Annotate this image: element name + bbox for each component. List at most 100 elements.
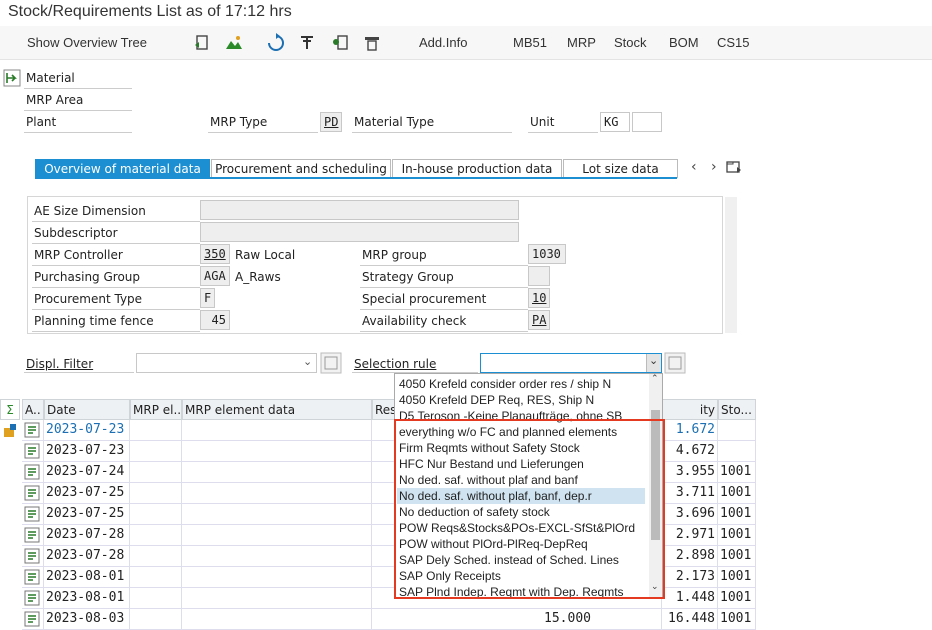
add-info-button[interactable]: Add.Info [419, 35, 467, 50]
dropdown-option[interactable]: D5 Teroson -Keine Planaufträge, ohne SB [397, 408, 645, 424]
displ-filter-select[interactable] [136, 353, 317, 373]
procurement-type-field[interactable]: F [200, 288, 215, 308]
dropdown-option[interactable]: 4050 Krefeld consider order res / ship N [397, 376, 645, 392]
pin-icon[interactable] [297, 33, 317, 53]
scroll-down-icon[interactable]: ⌄ [651, 582, 659, 592]
chevron-left-icon[interactable]: ‹ [691, 159, 697, 175]
availability-check-label: Availability check [362, 314, 467, 328]
purchasing-group-text: A_Raws [235, 270, 281, 284]
dropdown-option[interactable]: SAP Dely Sched. instead of Sched. Lines [397, 552, 645, 568]
tab-procurement[interactable]: Procurement and scheduling [211, 159, 391, 178]
strategy-group-label: Strategy Group [362, 270, 454, 284]
mb51-button[interactable]: MB51 [513, 35, 547, 50]
row-detail-icon[interactable] [22, 483, 44, 504]
column-header-sto[interactable]: Sto... [718, 399, 756, 420]
mrp-type-field[interactable]: PD [320, 112, 342, 132]
row-mrp-element-data [182, 462, 372, 483]
dropdown-option[interactable]: Firm Reqmts without Safety Stock [397, 440, 645, 456]
row-detail-icon[interactable] [22, 609, 44, 630]
tab-overview[interactable]: Overview of material data [35, 159, 210, 178]
dropdown-option[interactable]: POW Reqs&Stocks&POs-EXCL-SfSt&PlOrd [397, 520, 645, 536]
unit-field[interactable]: KG [600, 112, 630, 132]
row-mrp-element-data [182, 609, 372, 630]
column-header-date[interactable]: Date [44, 399, 130, 420]
strategy-group-field[interactable] [528, 266, 550, 286]
chevron-down-icon[interactable]: ⌄ [649, 354, 658, 367]
scroll-up-icon[interactable]: ⌃ [651, 374, 659, 384]
row-detail-icon[interactable] [22, 504, 44, 525]
sum-icon[interactable]: Σ [0, 399, 20, 420]
row-storage-location: 1001 [718, 546, 756, 567]
row-receipts: 15.000 [372, 609, 662, 630]
dropdown-option[interactable]: SAP Plnd Indep. Reqmt with Dep. Reqmts [397, 584, 645, 600]
row-detail-icon[interactable] [22, 588, 44, 609]
row-mrp-element-data [182, 567, 372, 588]
row-storage-location: 1001 [718, 588, 756, 609]
column-header-qty[interactable]: ity [662, 399, 718, 420]
stock-button[interactable]: Stock [614, 35, 647, 50]
bom-button[interactable]: BOM [669, 35, 699, 50]
document-stamp-icon[interactable] [362, 33, 382, 53]
row-date: 2023-07-23 [44, 420, 130, 441]
row-available-qty: 16.448 [662, 609, 718, 630]
row-date: 2023-08-03 [44, 609, 130, 630]
dropdown-option[interactable]: HFC Nur Bestand und Lieferungen [397, 456, 645, 472]
table-row[interactable]: 2023-08-03 15.000 16.448 1001 [0, 609, 760, 630]
chevron-down-icon[interactable]: ⌄ [303, 355, 312, 368]
mrp-type-label: MRP Type [210, 115, 268, 129]
mrp-button[interactable]: MRP [567, 35, 596, 50]
unit-field-extra[interactable] [632, 112, 662, 132]
column-header-mrp-element-data[interactable]: MRP element data [182, 399, 372, 420]
row-storage-location [718, 420, 756, 441]
mrp-controller-field[interactable]: 350 [200, 244, 230, 264]
panel-scrollbar[interactable] [725, 197, 737, 333]
user-list-icon[interactable] [330, 33, 350, 53]
row-date: 2023-07-28 [44, 525, 130, 546]
planning-time-fence-field[interactable]: 45 [200, 310, 230, 330]
row-mrp-element [130, 483, 182, 504]
material-label: Material [26, 71, 75, 85]
chevron-right-icon[interactable]: › [711, 159, 717, 175]
dropdown-option[interactable]: POW without PlOrd-PlReq-DepReq [397, 536, 645, 552]
purchasing-group-field[interactable]: AGA [200, 266, 230, 286]
row-detail-icon[interactable] [22, 546, 44, 567]
row-detail-icon[interactable] [22, 441, 44, 462]
row-date: 2023-07-28 [44, 546, 130, 567]
dropdown-option[interactable]: No ded. saf. without plaf and banf [397, 472, 645, 488]
selection-rule-label: Selection rule [354, 357, 437, 371]
filter-settings-icon[interactable] [320, 352, 342, 374]
dropdown-option[interactable]: 4050 Krefeld DEP Req, RES, Ship N [397, 392, 645, 408]
mountain-chart-icon[interactable] [224, 33, 244, 53]
special-procurement-field[interactable]: 10 [528, 288, 550, 308]
back-document-icon[interactable] [192, 33, 212, 53]
row-detail-icon[interactable] [22, 462, 44, 483]
dropdown-option[interactable]: No deduction of safety stock [397, 504, 645, 520]
row-detail-icon[interactable] [22, 567, 44, 588]
selection-rule-dropdown-button[interactable]: ⌄ [646, 354, 661, 372]
show-overview-tree-button[interactable]: Show Overview Tree [27, 35, 147, 50]
row-detail-icon[interactable] [22, 525, 44, 546]
availability-check-field[interactable]: PA [528, 310, 550, 330]
mrp-group-field[interactable]: 1030 [528, 244, 566, 264]
dropdown-option[interactable]: SAP Only Receipts [397, 568, 645, 584]
selection-rule-settings-icon[interactable] [664, 352, 686, 374]
dropdown-option[interactable]: everything w/o FC and planned elements [397, 424, 645, 440]
material-change-icon[interactable] [3, 69, 21, 87]
tab-list-icon[interactable] [726, 159, 742, 175]
ae-size-label: AE Size Dimension [34, 204, 146, 218]
column-header-a[interactable]: A.. [22, 399, 44, 420]
dropdown-option[interactable]: No ded. saf. without plaf, banf, dep.r [397, 488, 645, 504]
selection-rule-select[interactable] [480, 353, 662, 373]
column-header-mrp-element[interactable]: MRP el... [130, 399, 182, 420]
stock-icon[interactable] [2, 422, 18, 438]
tab-lot-size[interactable]: Lot size data [563, 159, 678, 178]
refresh-icon[interactable] [266, 33, 286, 53]
cs15-button[interactable]: CS15 [717, 35, 750, 50]
tab-inhouse-production[interactable]: In-house production data [392, 159, 562, 178]
dropdown-scrollbar[interactable]: ⌃ ⌄ [649, 374, 662, 598]
subdescriptor-field [200, 222, 519, 242]
row-storage-location: 1001 [718, 609, 756, 630]
row-mrp-element [130, 420, 182, 441]
row-detail-icon[interactable] [22, 420, 44, 441]
row-storage-location [718, 441, 756, 462]
